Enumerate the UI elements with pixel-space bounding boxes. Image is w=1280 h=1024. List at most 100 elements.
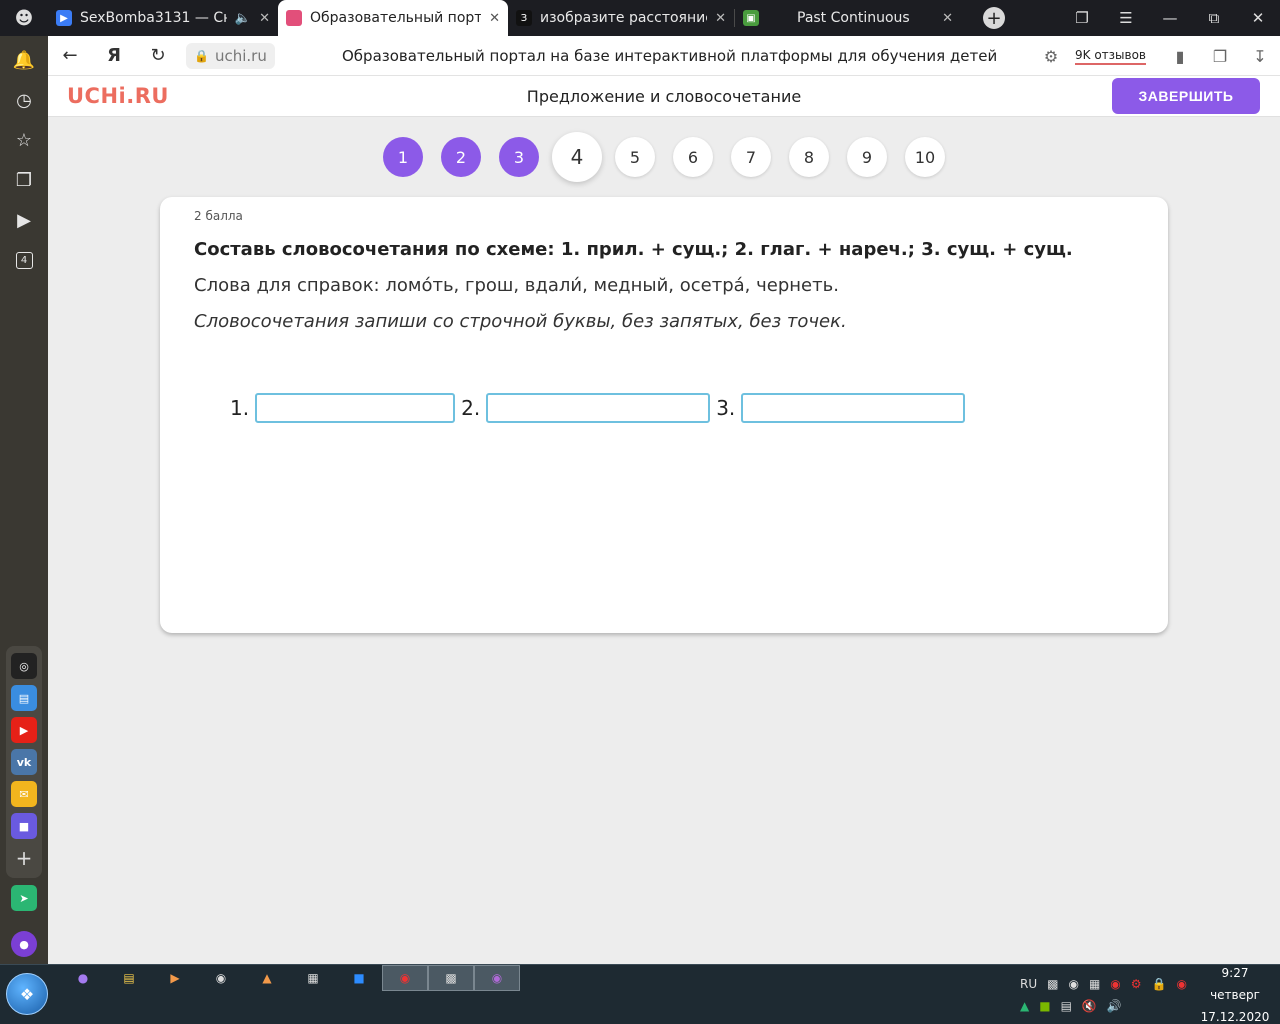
step-5[interactable]: 5 bbox=[615, 137, 655, 177]
answer-input-2[interactable] bbox=[486, 393, 711, 423]
restore-icon[interactable]: ⧉ bbox=[1192, 9, 1236, 27]
mail-icon[interactable]: ✉ bbox=[11, 781, 37, 807]
taskbar-apps: ● ▤ ▶ ◉ ▲ ▦ ■ ◉ ▩ ◉ bbox=[60, 965, 520, 991]
step-4[interactable]: 4 bbox=[552, 132, 602, 182]
tab-1[interactable]: Образовательный портал ✕ bbox=[278, 0, 508, 36]
step-10[interactable]: 10 bbox=[905, 137, 945, 177]
address-bar: ← Я ↻ 🔒 uchi.ru Образовательный портал н… bbox=[48, 36, 1280, 76]
assistant-icon[interactable]: ● bbox=[11, 931, 37, 957]
epic-tray-icon[interactable]: ▦ bbox=[1089, 977, 1100, 991]
security-icon[interactable]: ▲ bbox=[1020, 999, 1029, 1013]
close-window-icon[interactable]: ✕ bbox=[1236, 9, 1280, 27]
alice-icon[interactable]: ◎ bbox=[11, 653, 37, 679]
menu-icon[interactable]: ☰ bbox=[1104, 9, 1148, 27]
lesson-title: Предложение и словосочетание bbox=[526, 87, 802, 106]
tab-close-icon[interactable]: ✕ bbox=[489, 11, 500, 26]
translate-icon[interactable]: ⚙ bbox=[1031, 47, 1071, 66]
vk-icon[interactable]: vk bbox=[11, 749, 37, 775]
yandex-icon[interactable]: Я bbox=[92, 45, 136, 66]
messenger-icon[interactable]: ■ bbox=[11, 813, 37, 839]
media-player-icon[interactable]: ▶ bbox=[152, 965, 198, 991]
alice-taskbar-icon[interactable]: ● bbox=[60, 965, 106, 991]
clock[interactable]: 9:27 четверг 17.12.2020 bbox=[1190, 965, 1280, 1024]
finish-button[interactable]: ЗАВЕРШИТЬ bbox=[1112, 78, 1260, 114]
tab-0[interactable]: ▶ SexBomba3131 — Снов 🔈 ✕ bbox=[48, 0, 278, 36]
page-title: Образовательный портал на базе интеракти… bbox=[342, 47, 998, 65]
avast-icon[interactable]: ▲ bbox=[244, 965, 290, 991]
main-content: 1 2 3 4 5 6 7 8 9 10 2 балла Составь сло… bbox=[48, 117, 1280, 964]
zoom-icon[interactable]: ■ bbox=[336, 965, 382, 991]
volume-icon[interactable]: 🔊 bbox=[1107, 999, 1122, 1013]
speaker-icon[interactable]: 🔈 bbox=[235, 11, 251, 26]
tray-app-icon[interactable]: ▩ bbox=[1047, 977, 1058, 991]
tab-close-icon[interactable]: ✕ bbox=[259, 11, 270, 26]
url-text: uchi.ru bbox=[214, 46, 267, 65]
notifications-icon[interactable]: 🔔 bbox=[0, 40, 48, 80]
answer-label-3: 3. bbox=[716, 396, 736, 420]
bookmark-icon[interactable]: ▮ bbox=[1160, 47, 1200, 66]
browser-tab-bar: ☻ ▶ SexBomba3131 — Снов 🔈 ✕ Образователь… bbox=[0, 0, 1280, 36]
tray-icons: RU ▩ ◉ ▦ ◉ ⚙ 🔒 ◉ ▲ ■ ▤ 🔇 🔊 bbox=[1010, 965, 1190, 1024]
task-note: Словосочетания запиши со строчной буквы,… bbox=[194, 311, 847, 332]
downloads-badge[interactable]: 4 bbox=[0, 240, 48, 280]
game-icon[interactable]: ◉ bbox=[198, 965, 244, 991]
answer-fields: 1. 2. 3. bbox=[230, 393, 971, 423]
discord-icon[interactable]: ◉ bbox=[1068, 977, 1078, 991]
minimize-icon[interactable]: — bbox=[1148, 9, 1192, 27]
tab-close-icon[interactable]: ✕ bbox=[715, 11, 726, 26]
step-3[interactable]: 3 bbox=[499, 137, 539, 177]
app-window-icon[interactable]: ▩ bbox=[428, 965, 474, 991]
new-tab-button[interactable]: + bbox=[983, 7, 1005, 29]
nvidia-icon[interactable]: ■ bbox=[1039, 999, 1050, 1013]
reload-icon[interactable]: ↻ bbox=[136, 45, 180, 66]
step-2[interactable]: 2 bbox=[441, 137, 481, 177]
yandex-tray-icon[interactable]: ◉ bbox=[1110, 977, 1120, 991]
send-icon[interactable]: ➤ bbox=[11, 885, 37, 911]
sidebar-apps: ◎ ▤ ▶ vk ✉ ■ + bbox=[6, 646, 42, 878]
video-icon[interactable]: ▶ bbox=[0, 200, 48, 240]
market-icon[interactable]: ▤ bbox=[11, 685, 37, 711]
tab-3[interactable]: ▣ Past Continuous ✕ bbox=[735, 0, 961, 36]
opera-icon[interactable]: ◉ bbox=[1177, 977, 1187, 991]
collections-icon[interactable]: ❐ bbox=[0, 160, 48, 200]
tab-title: изобразите расстояние 40 bbox=[540, 10, 708, 26]
tab-title: Образовательный портал bbox=[310, 10, 482, 26]
youtube-icon[interactable]: ▶ bbox=[11, 717, 37, 743]
tab-favicon-icon: ▣ bbox=[743, 10, 759, 26]
explorer-icon[interactable]: ▤ bbox=[106, 965, 152, 991]
answer-input-3[interactable] bbox=[741, 393, 966, 423]
step-8[interactable]: 8 bbox=[789, 137, 829, 177]
answer-input-1[interactable] bbox=[255, 393, 456, 423]
profile-icon[interactable]: ☻ bbox=[0, 0, 48, 36]
step-6[interactable]: 6 bbox=[673, 137, 713, 177]
step-7[interactable]: 7 bbox=[731, 137, 771, 177]
tab-2[interactable]: З изобразите расстояние 40 ✕ bbox=[508, 0, 734, 36]
step-1[interactable]: 1 bbox=[383, 137, 423, 177]
url-field[interactable]: 🔒 uchi.ru bbox=[186, 42, 275, 69]
back-icon[interactable]: ← bbox=[48, 45, 92, 66]
language-indicator[interactable]: RU bbox=[1020, 977, 1037, 991]
tab-close-icon[interactable]: ✕ bbox=[942, 11, 953, 26]
window-controls: ❐ ☰ — ⧉ ✕ bbox=[1060, 0, 1280, 36]
purple-app-icon[interactable]: ◉ bbox=[474, 965, 520, 991]
yandex-browser-taskbar-icon[interactable]: ◉ bbox=[382, 965, 428, 991]
add-app-icon[interactable]: + bbox=[11, 845, 37, 871]
site-header: UCHi.RU Предложение и словосочетание ЗАВ… bbox=[48, 76, 1280, 117]
download-icon[interactable]: ↧ bbox=[1240, 47, 1280, 66]
tabs-list-icon[interactable]: ❐ bbox=[1060, 9, 1104, 27]
history-icon[interactable]: ◷ bbox=[0, 80, 48, 120]
system-tray: RU ▩ ◉ ▦ ◉ ⚙ 🔒 ◉ ▲ ■ ▤ 🔇 🔊 9:27 четверг … bbox=[1010, 965, 1280, 1024]
reviews-badge[interactable]: 9K отзывов bbox=[1075, 48, 1146, 65]
epic-games-icon[interactable]: ▦ bbox=[290, 965, 336, 991]
network-icon[interactable]: ▤ bbox=[1061, 999, 1072, 1013]
browser-sidebar: 🔔 ◷ ☆ ❐ ▶ 4 ◎ ▤ ▶ vk ✉ ■ + ➤ ● bbox=[0, 36, 48, 964]
tray-lock-icon[interactable]: 🔒 bbox=[1152, 977, 1167, 991]
bookmarks-icon[interactable]: ☆ bbox=[0, 120, 48, 160]
windows-start-button[interactable]: ❖ bbox=[6, 973, 48, 1015]
answer-label-2: 2. bbox=[461, 396, 481, 420]
mute-icon[interactable]: 🔇 bbox=[1082, 999, 1097, 1013]
clock-time: 9:27 bbox=[1221, 966, 1249, 980]
step-9[interactable]: 9 bbox=[847, 137, 887, 177]
tray-settings-icon[interactable]: ⚙ bbox=[1131, 977, 1142, 991]
extensions-icon[interactable]: ❐ bbox=[1200, 47, 1240, 66]
